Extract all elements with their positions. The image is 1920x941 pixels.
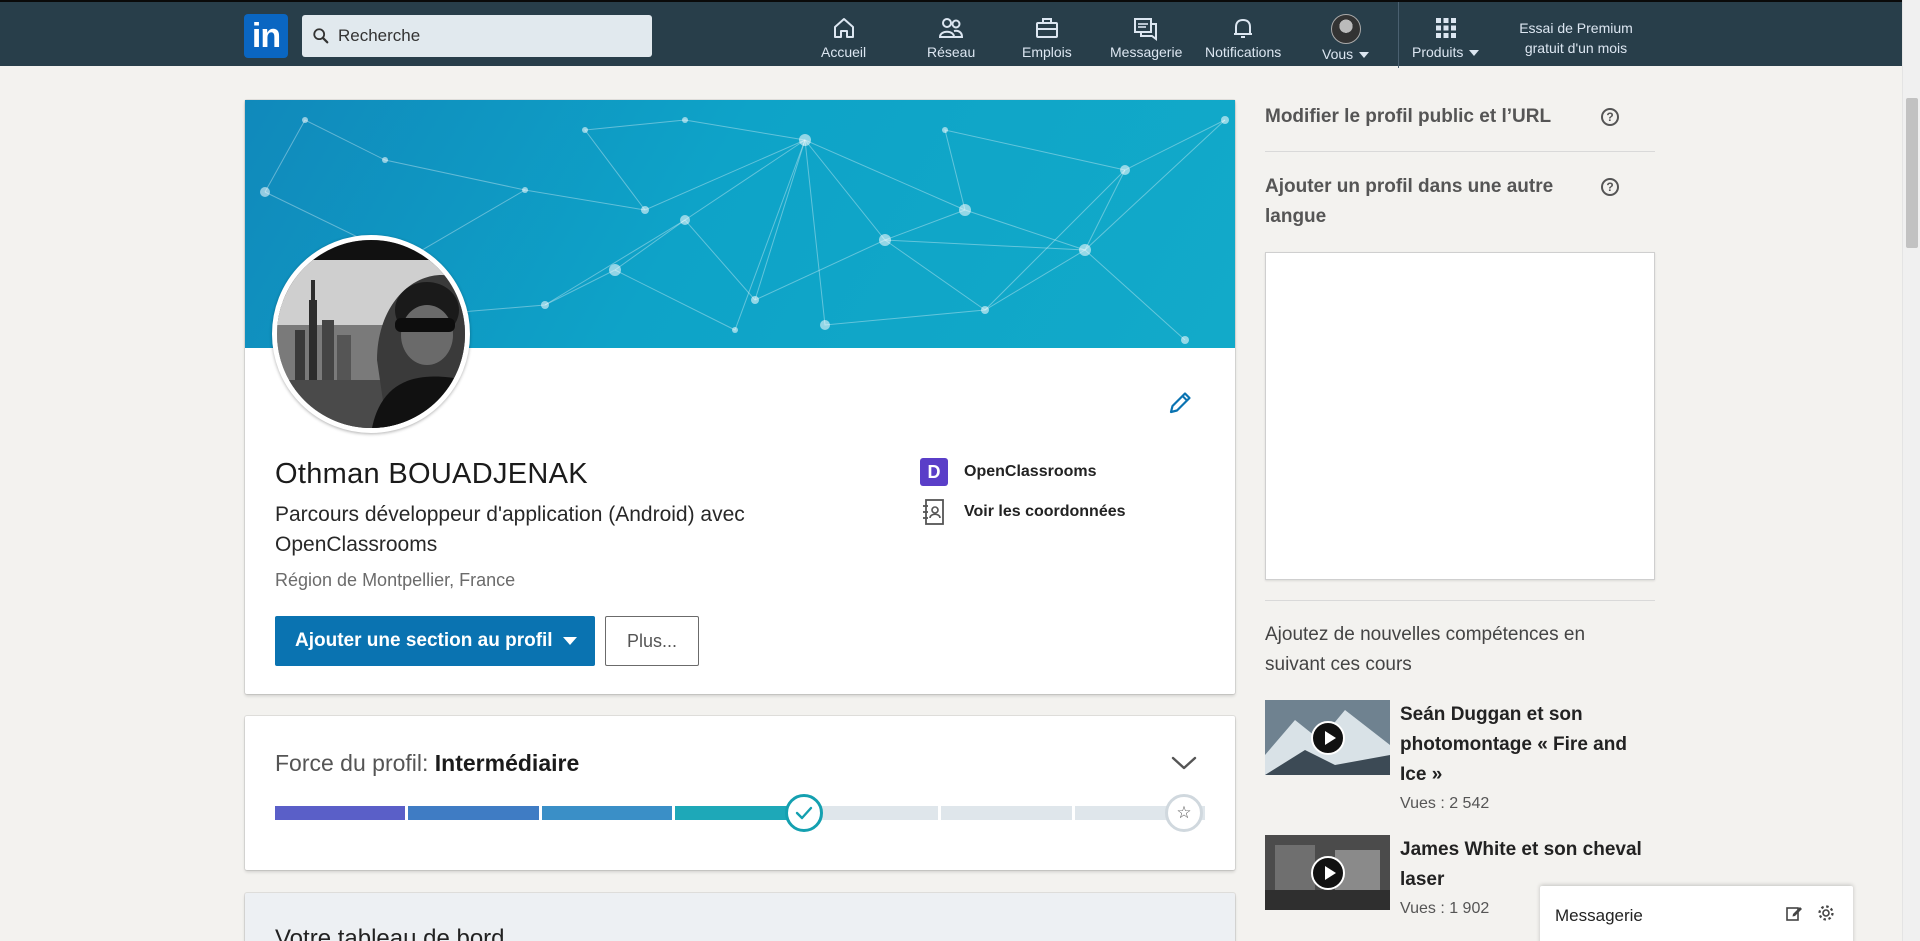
- search-placeholder: Recherche: [338, 26, 421, 45]
- edit-pencil-icon[interactable]: [1165, 388, 1195, 418]
- course-thumbnail[interactable]: [1265, 835, 1390, 910]
- contact-info-label: Voir les coordonnées: [964, 503, 1126, 520]
- add-section-label: Ajouter une section au profil: [295, 630, 553, 651]
- courses-title: Ajoutez de nouvelles compétences en suiv…: [1265, 624, 1586, 675]
- gear-icon[interactable]: [1817, 904, 1835, 922]
- dashboard-title: Votre tableau de bord: [275, 925, 505, 941]
- linkedin-logo[interactable]: in: [244, 14, 288, 58]
- top-nav: in Recherche Accueil Réseau Emplois Mess…: [0, 0, 1920, 68]
- course-views: Vues : 1 902: [1400, 900, 1490, 917]
- profile-headline: Parcours développeur d'application (Andr…: [275, 503, 745, 556]
- help-icon[interactable]: ?: [1601, 178, 1619, 196]
- nav-me[interactable]: Vous: [1322, 14, 1370, 64]
- edit-public-profile-link[interactable]: Modifier le profil public et l’URL ?: [1265, 102, 1655, 132]
- course-thumbnail[interactable]: [1265, 700, 1390, 775]
- course-views: Vues : 2 542: [1400, 795, 1490, 812]
- search-icon: [313, 28, 329, 44]
- chevron-down-icon: [562, 637, 577, 645]
- company-name: OpenClassrooms: [964, 463, 1097, 480]
- profile-photo-image: [277, 240, 465, 428]
- checkmark-icon: [785, 794, 823, 832]
- play-icon[interactable]: [1311, 856, 1345, 890]
- nav-notifications[interactable]: Notifications: [1205, 14, 1281, 64]
- profile-strength-title: Force du profil: Intermédiaire: [275, 750, 580, 776]
- profile-strength-meter: [275, 806, 1205, 820]
- add-section-button[interactable]: Ajouter une section au profil: [275, 616, 595, 666]
- messaging-dock[interactable]: Messagerie: [1540, 886, 1853, 941]
- openclassrooms-logo: D: [920, 458, 948, 486]
- profile-strength-card: Force du profil: Intermédiaire ☆: [245, 716, 1235, 870]
- nav-divider: [1398, 2, 1399, 68]
- scrollbar-thumb[interactable]: [1906, 98, 1918, 248]
- contact-info-link[interactable]: Voir les coordonnées: [920, 498, 1126, 526]
- more-button[interactable]: Plus...: [605, 616, 699, 666]
- play-icon[interactable]: [1311, 721, 1345, 755]
- grid-icon: [1435, 18, 1456, 38]
- nav-network-label: Réseau: [927, 44, 976, 60]
- home-icon: [833, 18, 854, 38]
- company-link[interactable]: D OpenClassrooms: [920, 458, 1096, 486]
- profile-name: Othman BOUADJENAK: [275, 458, 588, 490]
- profile-photo[interactable]: [272, 235, 470, 433]
- jobs-icon: [1035, 18, 1058, 38]
- profile-strength-level: Intermédiaire: [434, 750, 580, 776]
- profile-card: Othman BOUADJENAK Parcours développeur d…: [245, 100, 1235, 694]
- page-scrollbar[interactable]: [1902, 0, 1920, 941]
- meter-segment: [275, 806, 406, 820]
- dashboard-card: Votre tableau de bord: [245, 893, 1235, 941]
- nav-home-label: Accueil: [821, 44, 867, 60]
- premium-trial-link[interactable]: Essai de Premium gratuit d'un mois: [1505, 18, 1647, 58]
- star-icon: ☆: [1165, 794, 1203, 832]
- nav-jobs[interactable]: Emplois: [1022, 14, 1072, 64]
- add-language-profile-link[interactable]: Ajouter un profil dans une autre langue: [1265, 172, 1595, 232]
- divider: [1265, 151, 1655, 152]
- nav-notifications-label: Notifications: [1205, 44, 1282, 60]
- meter-segment: [941, 806, 1072, 820]
- meter-segment: [408, 806, 539, 820]
- profile-location: Région de Montpellier, France: [275, 570, 516, 590]
- chevron-down-icon: [1359, 52, 1370, 59]
- nav-me-label: Vous: [1322, 46, 1370, 62]
- meter-segment: [808, 806, 939, 820]
- divider: [1265, 600, 1655, 601]
- bell-icon: [1234, 18, 1253, 38]
- nav-network[interactable]: Réseau: [927, 14, 975, 64]
- help-icon[interactable]: ?: [1601, 108, 1619, 126]
- nav-messaging[interactable]: Messagerie: [1110, 14, 1182, 64]
- nav-products[interactable]: Produits: [1412, 14, 1480, 64]
- messaging-label: Messagerie: [1555, 906, 1643, 925]
- compose-icon[interactable]: [1785, 904, 1803, 922]
- course-title[interactable]: Seán Duggan et son photomontage « Fire a…: [1400, 700, 1650, 790]
- nav-messaging-label: Messagerie: [1110, 44, 1183, 60]
- nav-products-label: Produits: [1412, 44, 1480, 60]
- messaging-icon: [1134, 18, 1158, 41]
- nav-jobs-label: Emplois: [1022, 44, 1072, 60]
- contact-card-icon: [923, 499, 944, 525]
- network-icon: [939, 18, 964, 38]
- chevron-down-icon[interactable]: [1170, 754, 1198, 772]
- course-item[interactable]: Seán Duggan et son photomontage « Fire a…: [1265, 700, 1655, 820]
- ad-placeholder: [1265, 252, 1655, 580]
- nav-home[interactable]: Accueil: [821, 14, 866, 64]
- search-input[interactable]: Recherche: [302, 15, 652, 57]
- avatar: [1330, 14, 1361, 44]
- meter-segment: [541, 806, 672, 820]
- chevron-down-icon: [1469, 50, 1480, 57]
